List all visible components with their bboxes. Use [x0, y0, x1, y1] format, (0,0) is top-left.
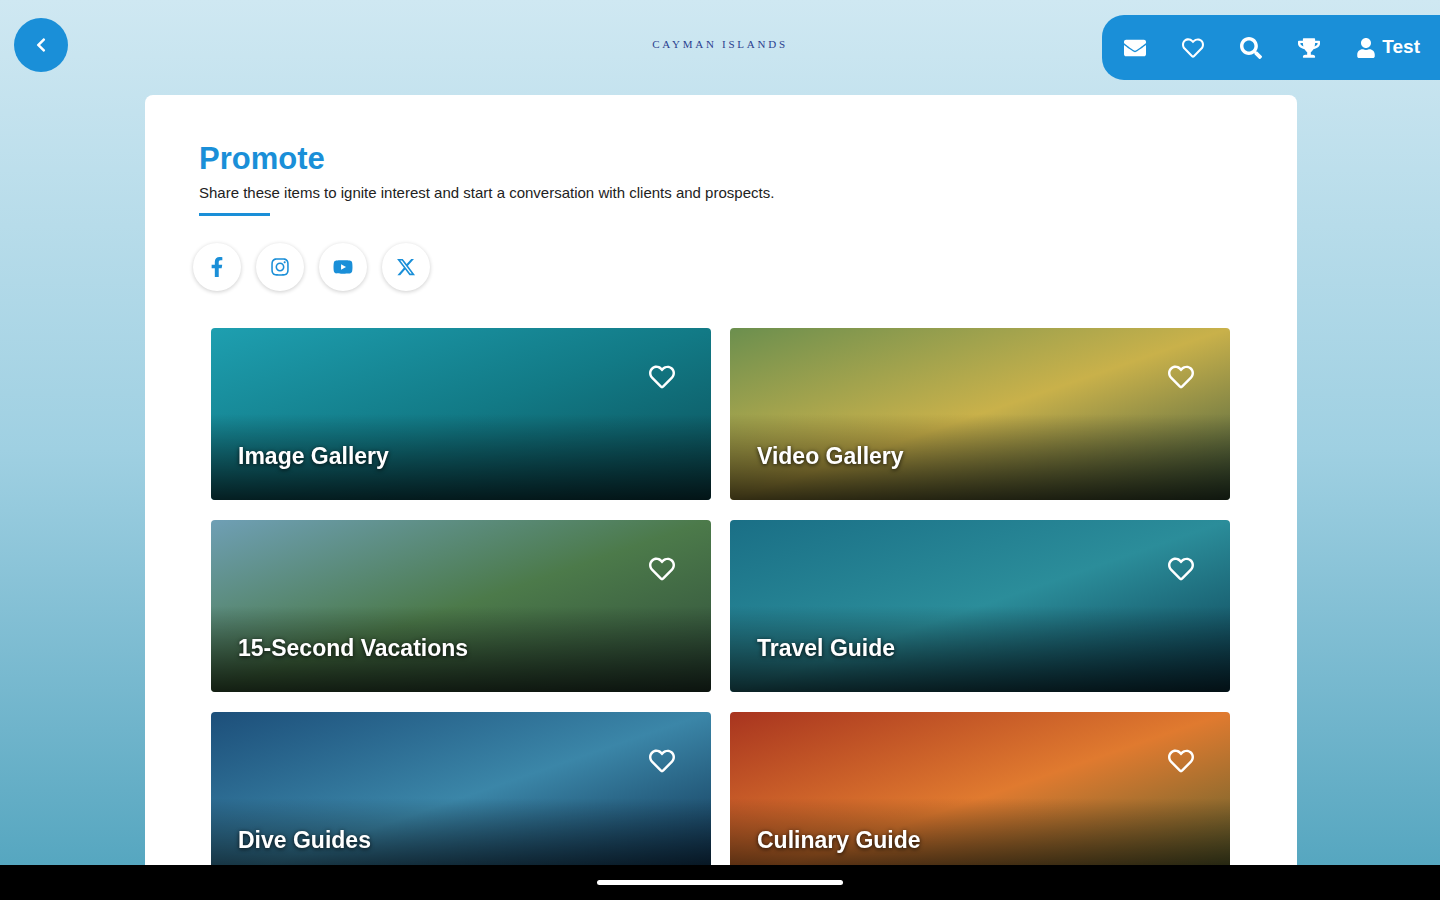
navigation-bar: [0, 865, 1440, 900]
page-subtitle: Share these items to ignite interest and…: [199, 183, 1243, 203]
tile-shade: [211, 520, 711, 692]
tile-shade: [211, 328, 711, 500]
instagram-icon: [270, 257, 290, 277]
heart-icon: [649, 364, 675, 390]
favorite-button[interactable]: [649, 748, 675, 774]
search-icon: [1240, 37, 1262, 59]
tile-shade: [730, 520, 1230, 692]
mail-icon: [1124, 37, 1146, 59]
favorite-button[interactable]: [1168, 556, 1194, 582]
heart-icon: [1182, 37, 1204, 59]
social-button[interactable]: [193, 243, 241, 291]
promo-tile[interactable]: Image Gallery: [211, 328, 711, 500]
logo: CAYMAN ISLANDS: [652, 0, 788, 53]
tile-shade: [730, 328, 1230, 500]
tile-title: Image Gallery: [238, 442, 389, 470]
user-button[interactable]: Test: [1356, 33, 1420, 62]
heart-icon: [649, 748, 675, 774]
favorite-button[interactable]: [1168, 364, 1194, 390]
promo-tile[interactable]: Culinary Guide: [730, 712, 1230, 865]
content: CAYMAN ISLANDS Test Promote Share these ite…: [0, 0, 1440, 865]
favorite-button[interactable]: [649, 556, 675, 582]
page-title: Promote: [199, 141, 1243, 177]
tile-title: Travel Guide: [757, 634, 895, 662]
heart-icon: [1168, 556, 1194, 582]
toolbar-button[interactable]: [1182, 37, 1204, 59]
home-indicator[interactable]: [597, 880, 843, 885]
toolbar-button[interactable]: [1298, 37, 1320, 59]
tile-grid: Image Gallery Video Gallery 15-Second Vaca…: [211, 328, 1230, 865]
promo-tile[interactable]: Video Gallery: [730, 328, 1230, 500]
tile-title: Culinary Guide: [757, 826, 921, 854]
favorite-button[interactable]: [1168, 748, 1194, 774]
tile-title: 15-Second Vacations: [238, 634, 468, 662]
header: CAYMAN ISLANDS Test: [0, 0, 1440, 95]
heart-icon: [1168, 364, 1194, 390]
trophy-icon: [1298, 37, 1320, 59]
tile-title: Video Gallery: [757, 442, 904, 470]
facebook-icon: [207, 257, 227, 277]
heart-icon: [649, 556, 675, 582]
promo-tile[interactable]: Dive Guides: [211, 712, 711, 865]
title-underline: [199, 213, 270, 216]
toolbar: Test: [1102, 15, 1440, 80]
toolbar-button[interactable]: [1240, 37, 1262, 59]
promote-card: Promote Share these items to ignite inter…: [145, 95, 1297, 865]
tile-title: Dive Guides: [238, 826, 371, 854]
promo-tile[interactable]: Travel Guide: [730, 520, 1230, 692]
social-row: [193, 243, 1243, 291]
social-button[interactable]: [319, 243, 367, 291]
back-button[interactable]: [14, 18, 68, 72]
toolbar-button[interactable]: [1124, 37, 1146, 59]
favorite-button[interactable]: [649, 364, 675, 390]
youtube-icon: [333, 257, 353, 277]
x-icon: [396, 257, 416, 277]
user-icon: [1356, 38, 1376, 58]
app: CAYMAN ISLANDS Test Promote Share these ite…: [0, 0, 1440, 900]
promo-tile[interactable]: 15-Second Vacations: [211, 520, 711, 692]
social-button[interactable]: [256, 243, 304, 291]
heart-icon: [1168, 748, 1194, 774]
social-button[interactable]: [382, 243, 430, 291]
chevron-left-icon: [33, 37, 49, 53]
